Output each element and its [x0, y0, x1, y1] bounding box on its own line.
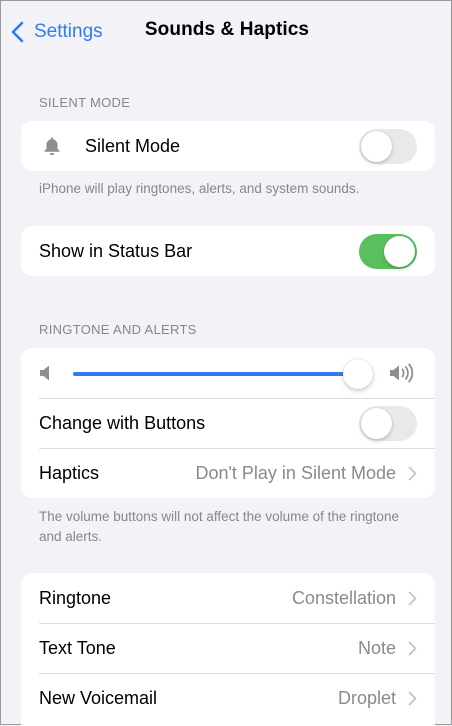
chevron-right-icon	[408, 691, 417, 705]
volume-slider-row	[21, 348, 435, 398]
section-header-silent-mode: SILENT MODE	[39, 95, 131, 110]
haptics-row[interactable]: Haptics Don't Play in Silent Mode	[21, 448, 435, 498]
navigation-bar: Settings Sounds & Haptics	[1, 1, 452, 63]
change-with-buttons-row[interactable]: Change with Buttons	[21, 398, 435, 448]
show-in-status-bar-label: Show in Status Bar	[39, 240, 193, 261]
status-bar-group: Show in Status Bar	[21, 226, 435, 276]
chevron-right-icon	[408, 466, 417, 480]
list-item[interactable]: Ringtone Constellation	[21, 573, 435, 623]
change-with-buttons-label: Change with Buttons	[39, 412, 206, 433]
text-tone-value: Note	[357, 637, 396, 658]
ringtone-label: Ringtone	[39, 587, 112, 608]
show-in-status-bar-toggle[interactable]	[359, 233, 417, 269]
section-header-ringtone-alerts: RINGTONE AND ALERTS	[39, 322, 197, 337]
new-voicemail-label: New Voicemail	[39, 687, 158, 708]
toggle-knob	[384, 235, 415, 267]
show-in-status-bar-row[interactable]: Show in Status Bar	[21, 226, 435, 276]
volume-slider-thumb[interactable]	[343, 359, 373, 389]
ringtone-alerts-group: Change with Buttons Haptics Don't Play i…	[21, 348, 435, 498]
change-with-buttons-toggle[interactable]	[359, 405, 417, 441]
silent-mode-toggle[interactable]	[359, 128, 417, 164]
volume-slider-fill	[73, 372, 358, 376]
chevron-right-icon	[408, 591, 417, 605]
new-voicemail-value: Droplet	[337, 687, 396, 708]
ringtone-value: Constellation	[291, 587, 396, 608]
toggle-knob	[361, 130, 392, 162]
silent-mode-row[interactable]: Silent Mode	[21, 121, 435, 171]
text-tone-label: Text Tone	[39, 637, 116, 658]
chevron-right-icon	[408, 641, 417, 655]
haptics-value: Don't Play in Silent Mode	[195, 462, 396, 483]
silent-mode-footer: iPhone will play ringtones, alerts, and …	[39, 181, 360, 196]
list-item[interactable]: Text Tone Note	[21, 623, 435, 673]
speaker-low-icon	[39, 364, 52, 387]
toggle-knob	[361, 407, 392, 439]
list-item[interactable]: New Voicemail Droplet	[21, 673, 435, 723]
bell-icon	[39, 136, 65, 156]
page-title: Sounds & Haptics	[144, 19, 310, 40]
speaker-high-icon	[389, 363, 417, 388]
haptics-label: Haptics	[39, 462, 100, 483]
volume-slider[interactable]	[73, 359, 373, 389]
silent-mode-label: Silent Mode	[85, 135, 181, 156]
ringtone-alerts-footer: The volume buttons will not affect the v…	[39, 509, 399, 544]
tones-group: Ringtone Constellation Text Tone Note Ne…	[21, 573, 435, 726]
silent-mode-group: Silent Mode	[21, 121, 435, 171]
